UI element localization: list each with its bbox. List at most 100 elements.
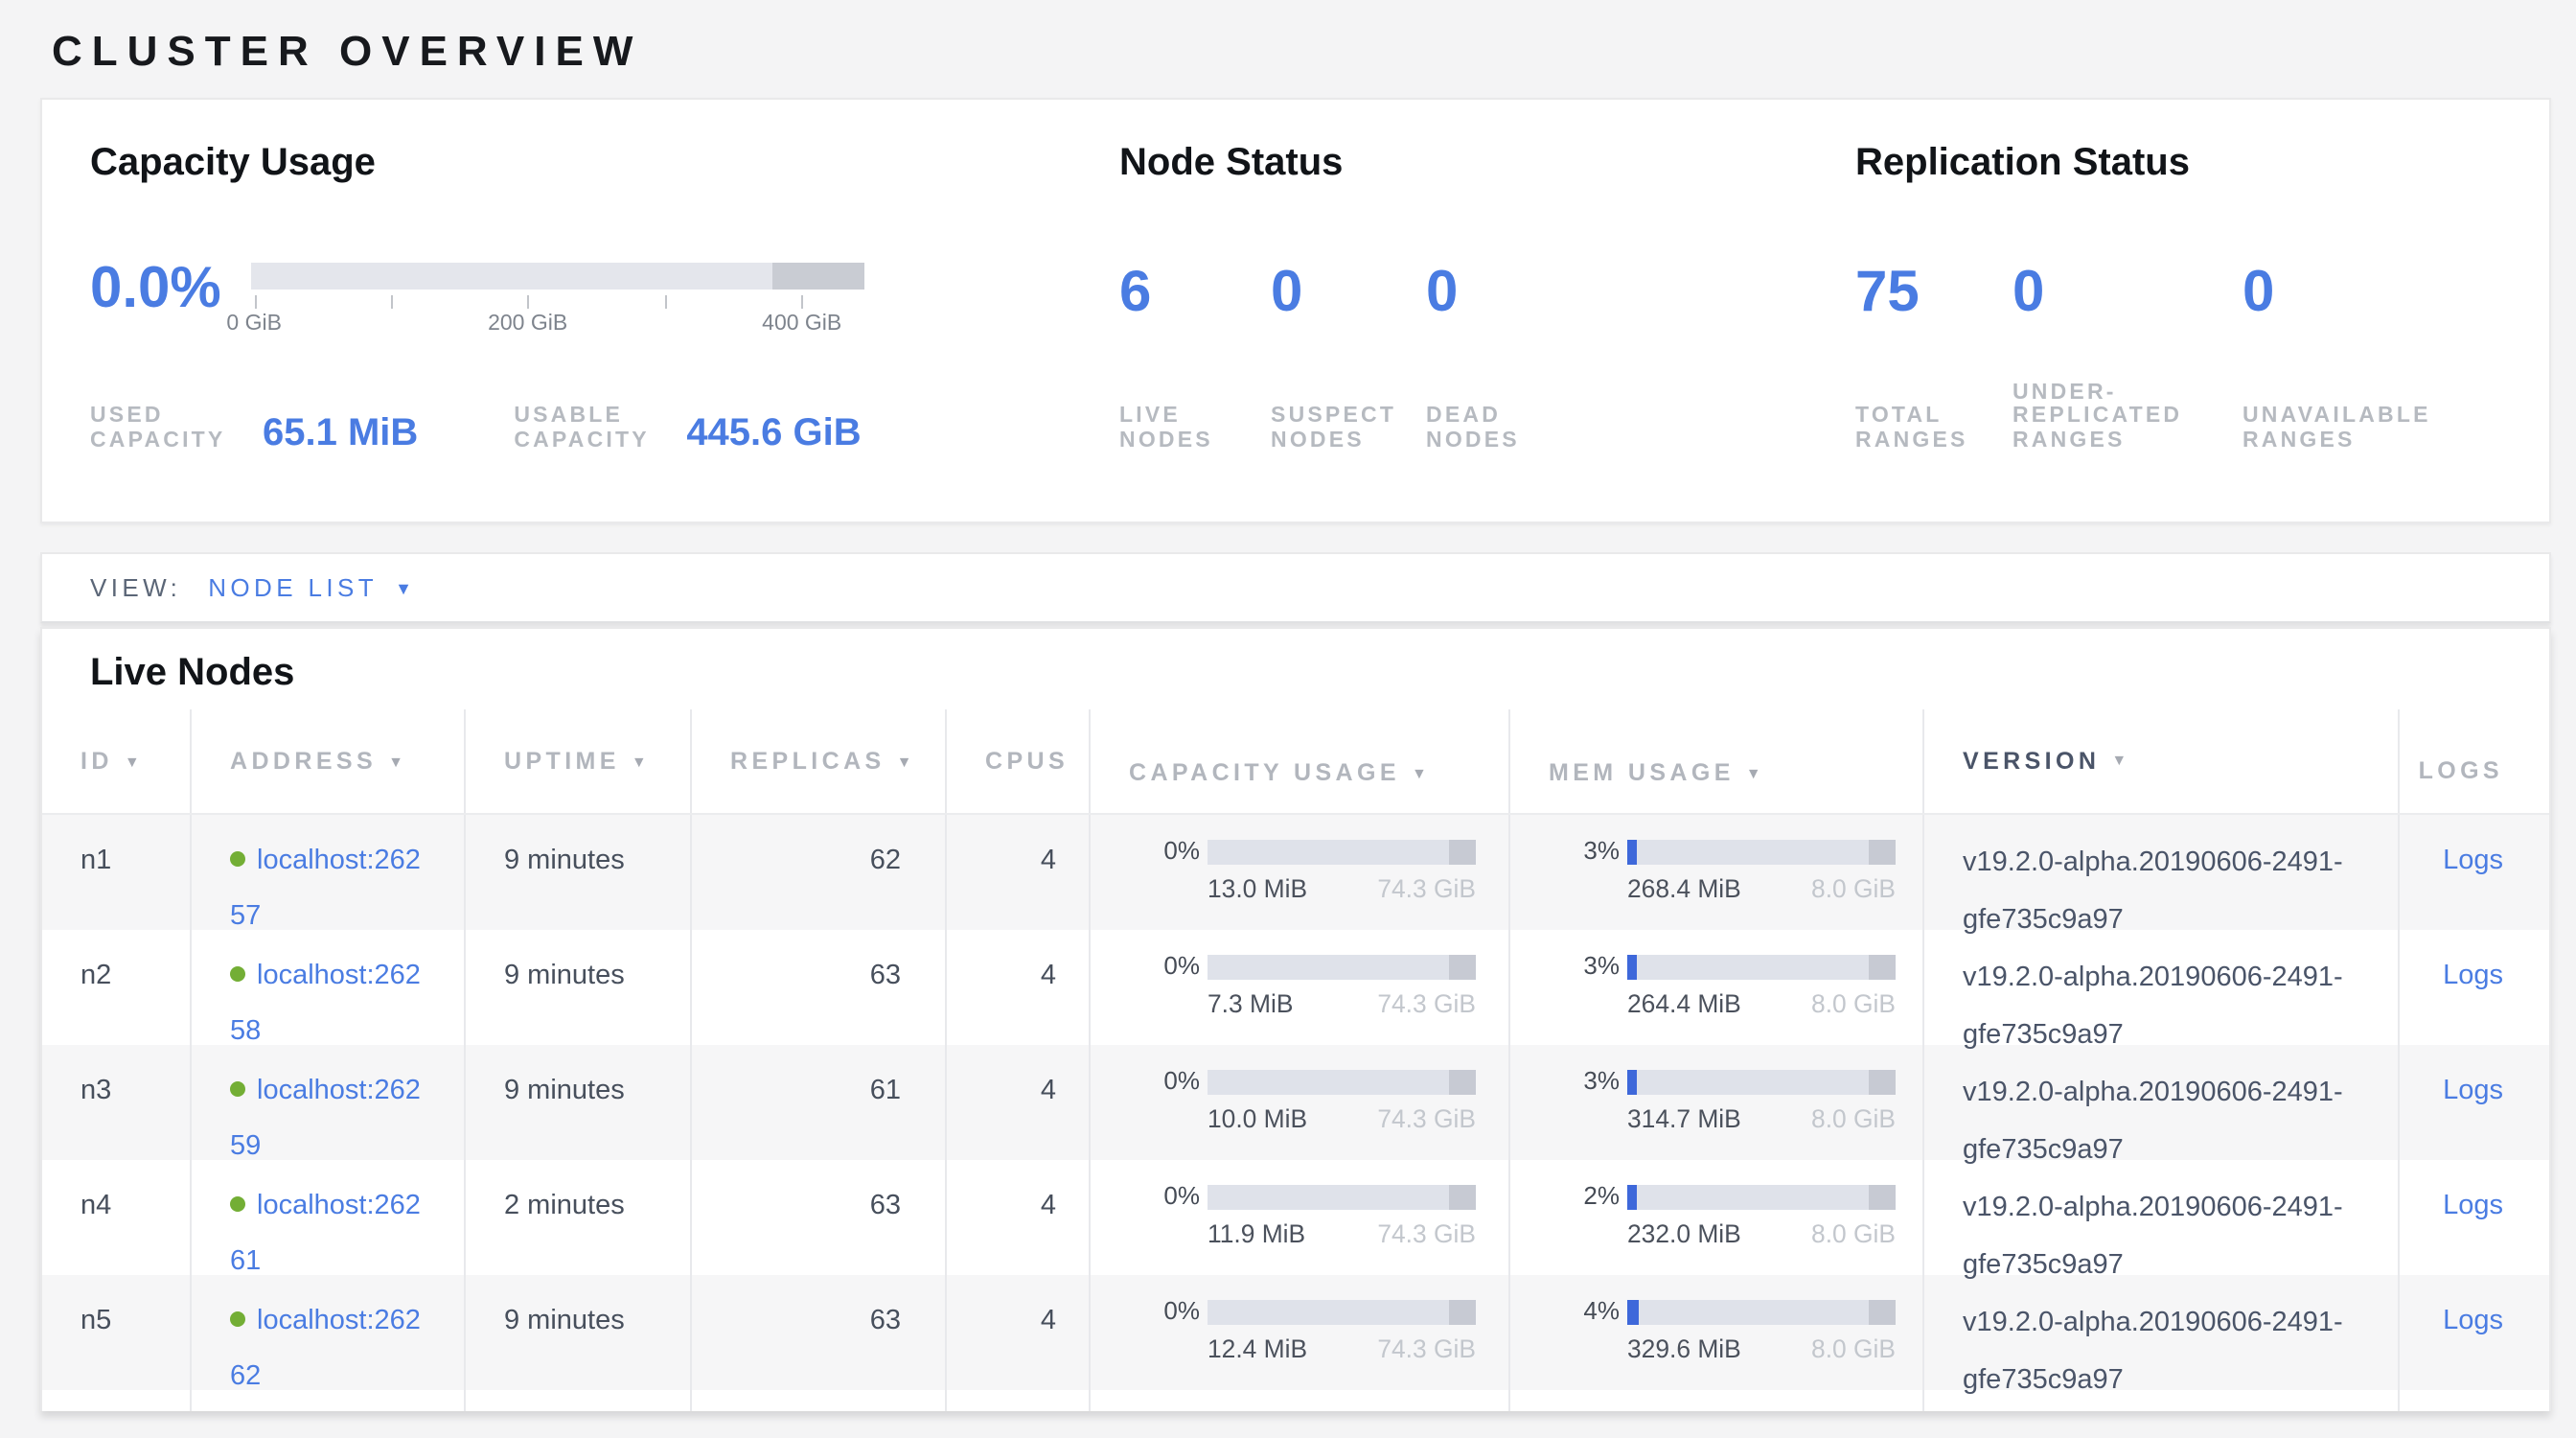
axis-tick [254,295,256,309]
mem-usage-bar [1627,955,1896,980]
mem-usage-fill [1627,1070,1637,1095]
view-dropdown-value: NODE LIST [208,573,378,602]
chevron-down-icon: ▼ [395,578,416,597]
logs-link[interactable]: Logs [2443,961,2503,991]
capacity-usage-section: Capacity Usage 0.0% 0 GiB 200 GiB [90,142,1119,452]
replication-status-section: Replication Status 75 0 0 TOTAL RANGES U… [1855,142,2501,452]
live-nodes-label: LIVE NODES [1119,405,1271,452]
sort-arrow-icon: ▼ [2111,732,2130,790]
used-capacity-stat: USED CAPACITY 65.1 MiB [90,405,418,452]
capacity-used-value: 7.3 MiB [1208,989,1293,1018]
dead-nodes-label: DEAD NODES [1426,405,1608,452]
logs-link[interactable]: Logs [2443,846,2503,876]
node-version: v19.2.0-alpha.20190606-2491-gfe735c9a97 [1922,815,2398,930]
capacity-bar-end-segment [1449,1185,1476,1210]
node-logs-cell: Logs [2398,930,2549,1045]
capacity-used-value: 11.9 MiB [1208,1219,1305,1248]
logs-link[interactable]: Logs [2443,1076,2503,1106]
node-logs-cell: Logs [2398,1275,2549,1390]
mem-total-value: 8.0 GiB [1811,1219,1896,1248]
capacity-usage-bar [1208,955,1476,980]
mem-total-value: 8.0 GiB [1811,1104,1896,1133]
column-header-uptime[interactable]: UPTIME ▼ [464,709,690,813]
mem-total-value: 8.0 GiB [1811,874,1896,903]
sort-arrow-icon: ▼ [1412,764,1431,781]
node-id: n4 [42,1160,190,1275]
node-capacity-usage-cell: 0% 7.3 MiB 74.3 GiB [1089,930,1508,1045]
column-header-id[interactable]: ID ▼ [42,709,190,813]
table-body: n1 localhost:26257 9 minutes 62 4 0% 13.… [42,815,2549,1390]
node-logs-cell: Logs [2398,815,2549,930]
node-cpus: 4 [945,930,1089,1045]
table-row: n2 localhost:26258 9 minutes 63 4 0% 7.3… [42,930,2549,1045]
capacity-usage-title: Capacity Usage [90,142,1119,186]
logs-link[interactable]: Logs [2443,1306,2503,1336]
mem-total-value: 8.0 GiB [1811,1334,1896,1363]
capacity-bar-end-segment [1449,840,1476,865]
sort-arrow-icon: ▼ [388,753,407,770]
node-live-icon [230,851,245,867]
axis-label: 400 GiB [762,313,841,336]
mem-bar-end-segment [1869,1300,1896,1325]
node-mem-usage-cell: 3% 264.4 MiB 8.0 GiB [1508,930,1922,1045]
view-dropdown[interactable]: NODE LIST ▼ [208,573,416,602]
sort-arrow-icon: ▼ [1746,764,1765,781]
node-mem-usage-cell: 3% 314.7 MiB 8.0 GiB [1508,1045,1922,1160]
node-uptime: 9 minutes [464,1275,690,1390]
capacity-total-value: 74.3 GiB [1377,1104,1476,1133]
node-version: v19.2.0-alpha.20190606-2491-gfe735c9a97 [1922,1045,2398,1160]
capacity-total-value: 74.3 GiB [1377,874,1476,903]
unavailable-ranges-count: 0 [2242,263,2501,324]
capacity-bar-end-segment [1449,955,1476,980]
column-header-capacity-usage[interactable]: CAPACITY USAGE ▼ [1089,709,1508,813]
live-nodes-count: 6 [1119,263,1271,324]
node-mem-usage-cell: 2% 232.0 MiB 8.0 GiB [1508,1160,1922,1275]
mem-bar-end-segment [1869,1185,1896,1210]
capacity-bar-chart: 0 GiB 200 GiB 400 GiB [251,259,864,336]
node-address-cell: localhost:26262 [190,1275,464,1390]
column-header-replicas[interactable]: REPLICAS ▼ [690,709,945,813]
partial-row [42,1390,2549,1411]
node-address-cell: localhost:26259 [190,1045,464,1160]
column-header-mem-usage[interactable]: MEM USAGE ▼ [1508,709,1922,813]
table-row: n5 localhost:26262 9 minutes 63 4 0% 12.… [42,1275,2549,1390]
node-status-section: Node Status 6 0 0 LIVE NODES SUSPECT NOD… [1119,142,1855,452]
node-version: v19.2.0-alpha.20190606-2491-gfe735c9a97 [1922,930,2398,1045]
live-nodes-table: ID ▼ ADDRESS ▼ UPTIME ▼ REPLICAS ▼ CPUS [42,709,2549,1411]
node-mem-usage-cell: 4% 329.6 MiB 8.0 GiB [1508,1275,1922,1390]
mem-percent: 4% [1549,1298,1627,1325]
used-capacity-value: 65.1 MiB [263,414,418,452]
mem-used-value: 314.7 MiB [1627,1104,1741,1133]
column-header-version[interactable]: VERSION ▼ [1922,709,2398,813]
mem-usage-bar [1627,840,1896,865]
capacity-percent: 0% [1129,838,1208,865]
node-cpus: 4 [945,1045,1089,1160]
axis-tick [391,295,393,309]
mem-usage-fill [1627,1300,1638,1325]
node-id: n2 [42,930,190,1045]
view-selector-bar: VIEW: NODE LIST ▼ [40,552,2551,623]
mem-used-value: 268.4 MiB [1627,874,1741,903]
axis-tick [664,295,666,309]
node-uptime: 9 minutes [464,815,690,930]
capacity-usage-bar [1208,1300,1476,1325]
live-nodes-panel: Live Nodes ID ▼ ADDRESS ▼ UPTIME ▼ REPLI… [40,627,2551,1411]
capacity-total-value: 74.3 GiB [1377,1219,1476,1248]
column-header-address[interactable]: ADDRESS ▼ [190,709,464,813]
node-id: n1 [42,815,190,930]
node-logs-cell: Logs [2398,1160,2549,1275]
axis-label: 200 GiB [488,313,567,336]
mem-percent: 3% [1549,953,1627,980]
mem-used-value: 264.4 MiB [1627,989,1741,1018]
logs-link[interactable]: Logs [2443,1191,2503,1221]
table-row: n4 localhost:26261 2 minutes 63 4 0% 11.… [42,1160,2549,1275]
node-capacity-usage-cell: 0% 10.0 MiB 74.3 GiB [1089,1045,1508,1160]
replication-status-title: Replication Status [1855,142,2501,186]
column-header-logs: LOGS [2398,709,2549,813]
suspect-nodes-label: SUSPECT NODES [1271,405,1426,452]
mem-total-value: 8.0 GiB [1811,989,1896,1018]
capacity-axis: 0 GiB 200 GiB 400 GiB [251,290,864,336]
node-cpus: 4 [945,1275,1089,1390]
capacity-usage-bar [1208,840,1476,865]
sort-arrow-icon: ▼ [897,753,916,770]
